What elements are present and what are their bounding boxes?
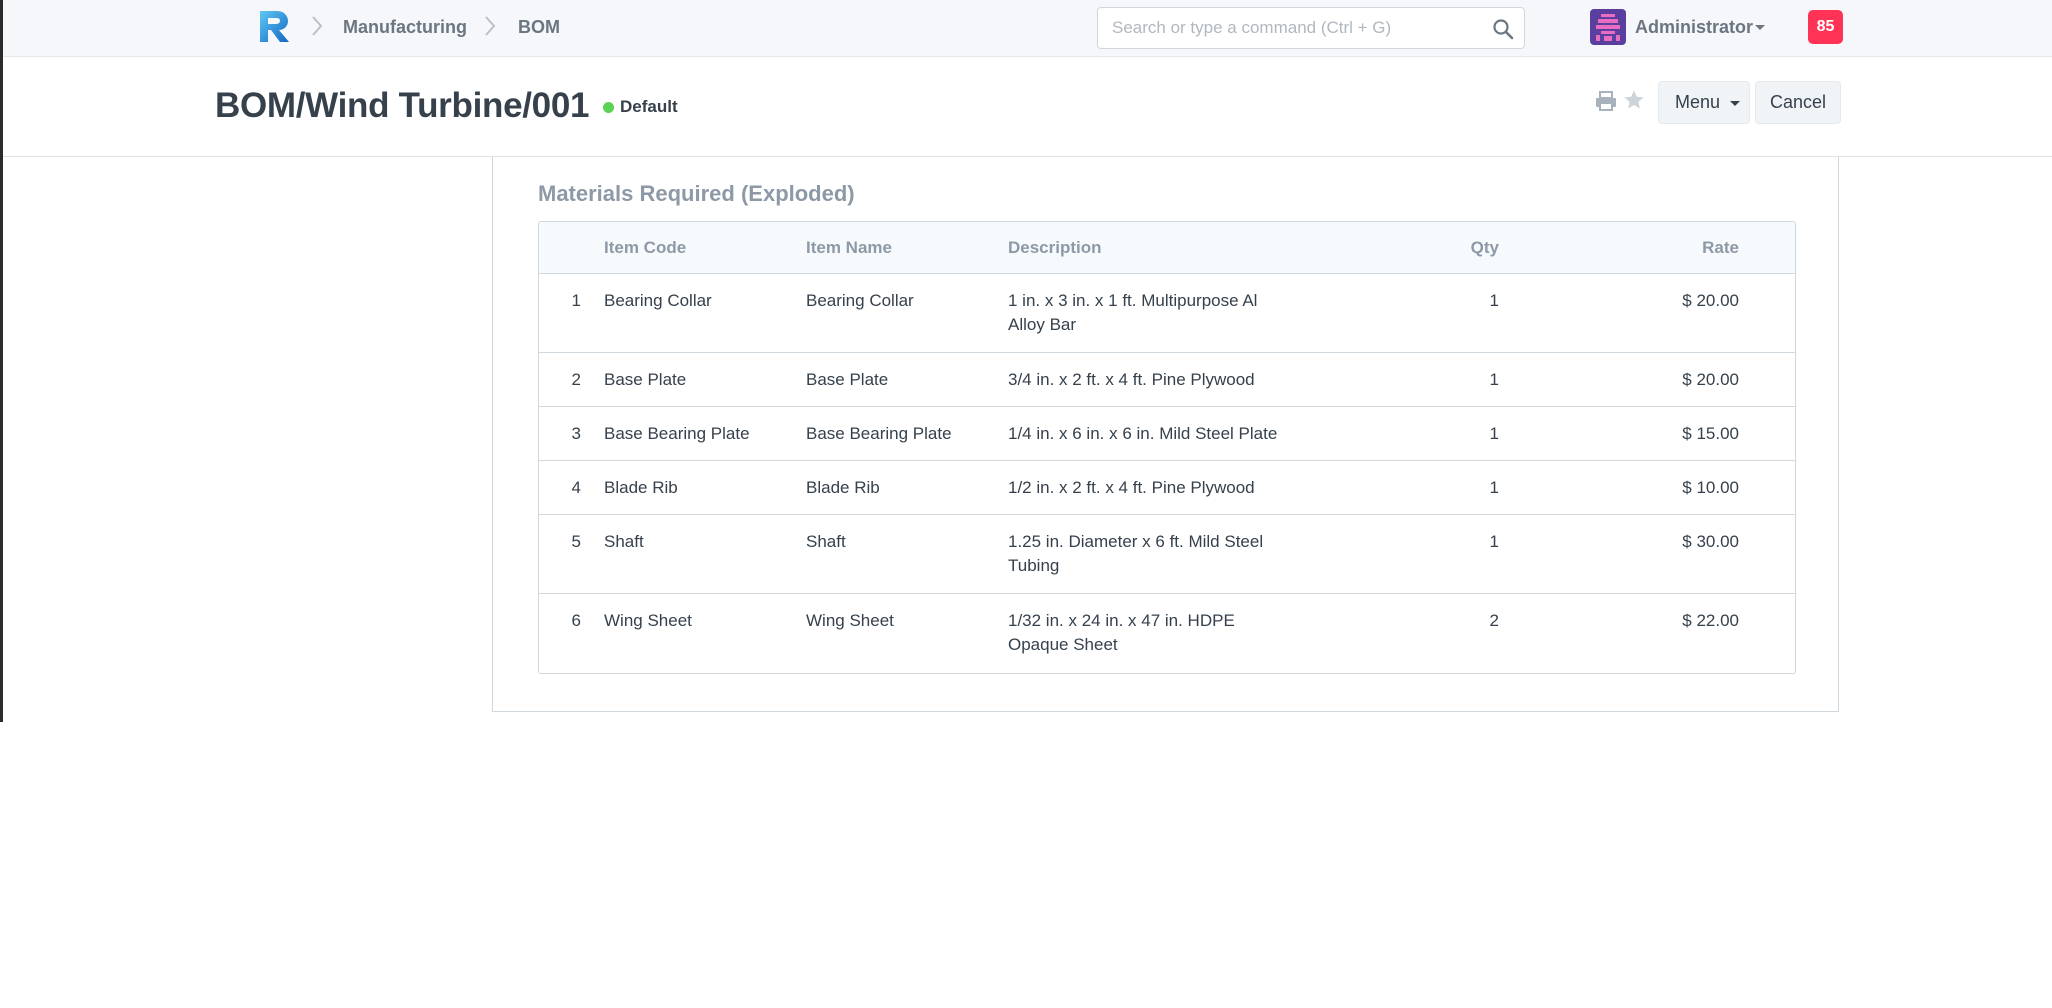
table-row[interactable]: 5 Shaft Shaft 1.25 in. Diameter x 6 ft. … [539,515,1795,594]
table-row[interactable]: 4 Blade Rib Blade Rib 1/2 in. x 2 ft. x … [539,461,1795,515]
breadcrumb-bom[interactable]: BOM [518,15,560,39]
search-input[interactable] [1112,8,1482,48]
avatar-icon [1596,14,1620,41]
qty-cell: 1 [1489,291,1499,310]
rate-cell: $ 10.00 [1682,478,1739,497]
menu-button[interactable]: Menu [1658,81,1750,124]
row-index: 2 [571,370,581,389]
item-code-cell: Bearing Collar [604,291,712,310]
search-icon[interactable] [1492,18,1514,40]
page-title: BOM/Wind Turbine/001 [215,86,590,125]
table-header: Item Code Item Name Description Qty Rate [539,222,1795,274]
materials-table: Item Code Item Name Description Qty Rate… [538,221,1796,674]
table-row[interactable]: 3 Base Bearing Plate Base Bearing Plate … [539,407,1795,461]
description-cell: 1 in. x 3 in. x 1 ft. Multipurpose Al Al… [1008,291,1258,334]
qty-cell: 1 [1489,532,1499,551]
description-cell: 1/4 in. x 6 in. x 6 in. Mild Steel Plate [1008,424,1278,443]
cancel-button[interactable]: Cancel [1755,81,1841,124]
column-header-rate[interactable]: Rate [1589,237,1739,259]
item-name-cell: Base Plate [806,370,889,389]
row-index: 1 [571,291,581,310]
print-icon[interactable] [1594,90,1618,112]
description-cell: 1.25 in. Diameter x 6 ft. Mild Steel Tub… [1008,532,1264,575]
qty-cell: 1 [1489,424,1499,443]
notification-badge[interactable]: 85 [1808,10,1843,44]
rate-cell: $ 22.00 [1682,611,1739,630]
qty-cell: 2 [1489,611,1499,630]
row-index: 4 [571,478,581,497]
description-cell: 1/2 in. x 2 ft. x 4 ft. Pine Plywood [1008,478,1255,497]
chevron-down-icon [1730,101,1740,106]
status-badge: Default [620,97,678,116]
chevron-down-icon[interactable] [1755,25,1765,30]
row-index: 5 [571,532,581,551]
column-header-item-code[interactable]: Item Code [604,237,799,259]
rate-cell: $ 20.00 [1682,291,1739,310]
column-header-qty[interactable]: Qty [1439,237,1499,259]
item-code-cell: Base Bearing Plate [604,424,750,443]
avatar[interactable] [1590,9,1626,45]
search-box[interactable] [1097,7,1525,49]
chevron-right-icon [485,16,496,36]
rate-cell: $ 30.00 [1682,532,1739,551]
star-icon[interactable] [1623,89,1645,111]
item-name-cell: Base Bearing Plate [806,424,952,443]
table-row[interactable]: 6 Wing Sheet Wing Sheet 1/32 in. x 24 in… [539,594,1795,673]
materials-section: Materials Required (Exploded) Item Code … [492,157,1839,712]
column-header-description[interactable]: Description [1008,237,1298,259]
item-name-cell: Bearing Collar [806,291,914,310]
menu-button-label: Menu [1675,92,1721,112]
user-menu[interactable]: Administrator [1635,15,1753,39]
table-row[interactable]: 1 Bearing Collar Bearing Collar 1 in. x … [539,274,1795,353]
description-cell: 3/4 in. x 2 ft. x 4 ft. Pine Plywood [1008,370,1255,389]
rate-cell: $ 20.00 [1682,370,1739,389]
item-code-cell: Base Plate [604,370,687,389]
item-name-cell: Wing Sheet [806,611,894,630]
column-header-item-name[interactable]: Item Name [806,237,1001,259]
qty-cell: 1 [1489,370,1499,389]
row-index: 3 [571,424,581,443]
item-code-cell: Wing Sheet [604,611,692,630]
breadcrumb-manufacturing[interactable]: Manufacturing [343,15,467,39]
top-navbar: Manufacturing BOM Administrator 85 [3,0,2052,57]
qty-cell: 1 [1489,478,1499,497]
chevron-right-icon [312,16,323,36]
description-cell: 1/32 in. x 24 in. x 47 in. HDPE Opaque S… [1008,611,1235,654]
item-name-cell: Shaft [806,532,846,551]
status-indicator-icon [603,102,614,113]
page-head: BOM/Wind Turbine/001 Default Menu Cancel [3,57,2052,157]
table-row[interactable]: 2 Base Plate Base Plate 3/4 in. x 2 ft. … [539,353,1795,407]
item-code-cell: Blade Rib [604,478,678,497]
item-code-cell: Shaft [604,532,644,551]
app-logo-icon[interactable] [257,9,291,43]
item-name-cell: Blade Rib [806,478,880,497]
row-index: 6 [571,611,581,630]
rate-cell: $ 15.00 [1682,424,1739,443]
section-title: Materials Required (Exploded) [538,181,855,206]
